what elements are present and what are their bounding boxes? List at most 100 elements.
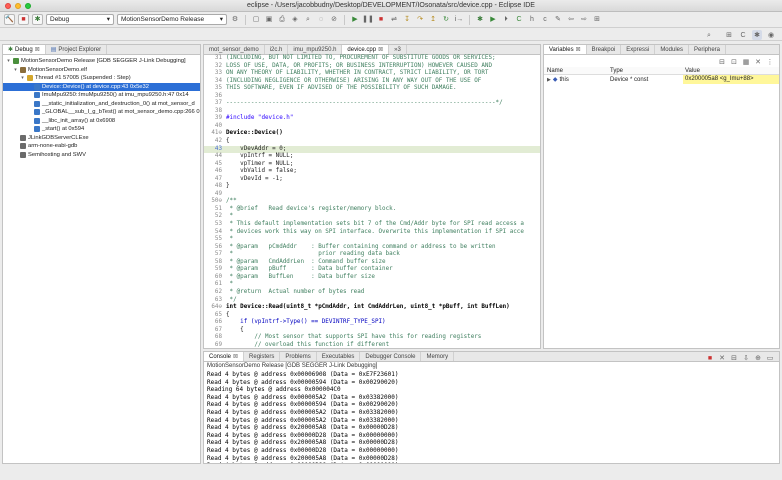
code-line[interactable]: 42{ [204,138,540,146]
line-number[interactable]: 53 [204,221,226,229]
line-number[interactable]: 68 [204,334,226,342]
console-view-tab[interactable]: Executables [317,352,361,361]
code-line[interactable]: 58 * @param CmdAddrLen : Command buffer … [204,259,540,267]
line-number[interactable]: 32 [204,63,226,71]
editor-file-tab[interactable]: device.cpp ⊠ [342,45,390,54]
line-number[interactable]: 38 [204,108,226,116]
debug-tree-item[interactable]: JLinkGDBServerCLExe [3,134,200,143]
debug-tree-item[interactable]: ▾ Thread #1 57005 (Suspended : Step) [3,74,200,83]
layout-icon[interactable]: ▦ [741,57,751,67]
pin-icon[interactable]: ⊕ [753,353,763,363]
code-line[interactable]: 47 vDevId = -1; [204,176,540,184]
line-number[interactable]: 33 [204,70,226,78]
line-number[interactable]: 34 [204,78,226,86]
new-header-icon[interactable]: c [540,15,550,25]
code-line[interactable]: 52 * [204,213,540,221]
debug-bug-icon[interactable]: ✱ [32,14,43,25]
code-line[interactable]: 43 vDevAddr = 0; [204,145,540,154]
terminate-icon[interactable]: ■ [705,353,715,363]
editor-file-tab[interactable]: imu_mpu9250.h [288,45,343,54]
variables-view-tab[interactable]: Variables ⊠ [544,45,587,54]
code-line[interactable]: 45 vpTimer = NULL; [204,161,540,169]
line-number[interactable]: 44 [204,153,226,161]
code-line[interactable]: 61 * [204,281,540,289]
code-line[interactable]: 59 * @param pBuff : Data buffer containe… [204,266,540,274]
line-number[interactable]: 57 [204,251,226,259]
line-number[interactable]: 61 [204,281,226,289]
toggle-breakpoint-icon[interactable]: ◌ [316,15,326,25]
code-line[interactable]: 64⊖ int Device::Read(uint8_t *pCmdAddr, i… [204,304,540,312]
console-view-tab[interactable]: Debugger Console [360,352,422,361]
zoom-window-button[interactable] [25,3,31,9]
expand-toggle-icon[interactable]: ▾ [13,66,18,75]
line-number[interactable]: 49 [204,191,226,199]
code-line[interactable]: 68 // Most sensor that supports SPI have… [204,334,540,342]
code-line[interactable]: 48} [204,183,540,191]
expand-toggle-icon[interactable]: ▾ [20,74,25,83]
debug-tree-item[interactable]: arm-none-eabi-gdb [3,142,200,151]
code-line[interactable]: 36 [204,93,540,101]
print-icon[interactable]: ⎙ [277,15,287,25]
debug-tree-item[interactable]: _GLOBAL__sub_I_g_bTest() at mot_sensor_d… [3,108,200,117]
line-number[interactable]: 51 [204,206,226,214]
line-number[interactable]: 48 [204,183,226,191]
line-number[interactable]: 36 [204,93,226,101]
mark-icon[interactable]: ⊞ [592,15,602,25]
code-line[interactable]: 31 (INCLUDING, BUT NOT LIMITED TO, PROCUR… [204,55,540,63]
line-number[interactable]: 50⊖ [204,198,226,206]
new-file-icon[interactable]: ▢ [251,15,261,25]
open-perspective-icon[interactable]: ⊞ [724,30,734,40]
tab-debug[interactable]: ✱ Debug ⊠ [3,45,46,54]
code-line[interactable]: 37 --------------------------------------… [204,100,540,108]
code-line[interactable]: 54 * devices work this way on SPI interf… [204,229,540,237]
code-line[interactable]: 40 [204,123,540,131]
line-number[interactable]: 40 [204,123,226,131]
build-config-select[interactable]: Debug ▾ [46,14,114,25]
line-number[interactable]: 56 [204,244,226,252]
debug-tree-item[interactable]: ▾ MotionSensorDemo.elf [3,66,200,75]
launch-config-select[interactable]: MotionSensorDemo Release ▾ [117,14,227,25]
code-line[interactable]: 41⊖ Device::Device() [204,130,540,138]
debug-tree-item[interactable]: __static_initialization_and_destruction_… [3,100,200,109]
code-line[interactable]: 69 // overload this function if differen… [204,342,540,348]
debug-run-icon[interactable]: ✱ [475,15,485,25]
show-type-icon[interactable]: ⊡ [729,57,739,67]
editor-file-tab[interactable]: i2c.h [265,45,289,54]
step-return-icon[interactable]: ↥ [428,15,438,25]
annotation-icon[interactable]: ✎ [553,15,563,25]
collapse-all-icon[interactable]: ⊟ [717,57,727,67]
code-line[interactable]: 65{ [204,312,540,320]
editor-file-tab[interactable]: »3 [389,45,407,54]
navigate-forward-icon[interactable]: ⇨ [579,15,589,25]
other-perspective-icon[interactable]: ◉ [766,30,776,40]
code-line[interactable]: 62 * @return Actual number of bytes read [204,289,540,297]
stop-icon[interactable]: ■ [18,14,29,25]
display-console-icon[interactable]: ▭ [765,353,775,363]
line-number[interactable]: 39 [204,115,226,123]
line-number[interactable]: 37 [204,100,226,108]
code-line[interactable]: 55 * [204,236,540,244]
code-line[interactable]: 34 (INCLUDING NEGLIGENCE OR OTHERWISE) AR… [204,78,540,86]
code-line[interactable]: 39 #include "device.h" [204,115,540,123]
console-view-tab[interactable]: Console ⊠ [204,352,245,361]
step-over-icon[interactable]: ↷ [415,15,425,25]
variables-view-tab[interactable]: Breakpoi [587,45,622,54]
debug-tree-item[interactable]: ImuMpu9250::ImuMpu9250() at imu_mpu9250.… [3,91,200,100]
console-output[interactable]: MotionSensorDemo Release [GDB SEGGER J-L… [204,362,779,463]
code-line[interactable]: 67 { [204,327,540,335]
remove-launch-icon[interactable]: ✕ [717,353,727,363]
scroll-lock-icon[interactable]: ⇩ [741,353,751,363]
clear-console-icon[interactable]: ⊟ [729,353,739,363]
search-icon[interactable]: ⌕ [704,30,714,40]
new-class-icon[interactable]: C [514,15,524,25]
line-number[interactable]: 64⊖ [204,304,226,312]
debug-perspective-icon[interactable]: ✱ [752,30,762,40]
line-number[interactable]: 35 [204,85,226,93]
menu-icon[interactable]: ⋮ [765,57,775,67]
variables-view-tab[interactable]: Modules [655,45,689,54]
line-number[interactable]: 31 [204,55,226,63]
close-icon[interactable]: ⊠ [233,353,238,360]
code-line[interactable]: 51 * @brief Read device's register/memor… [204,206,540,214]
console-view-tab[interactable]: Registers [244,352,281,361]
open-type-icon[interactable]: ◈ [290,15,300,25]
